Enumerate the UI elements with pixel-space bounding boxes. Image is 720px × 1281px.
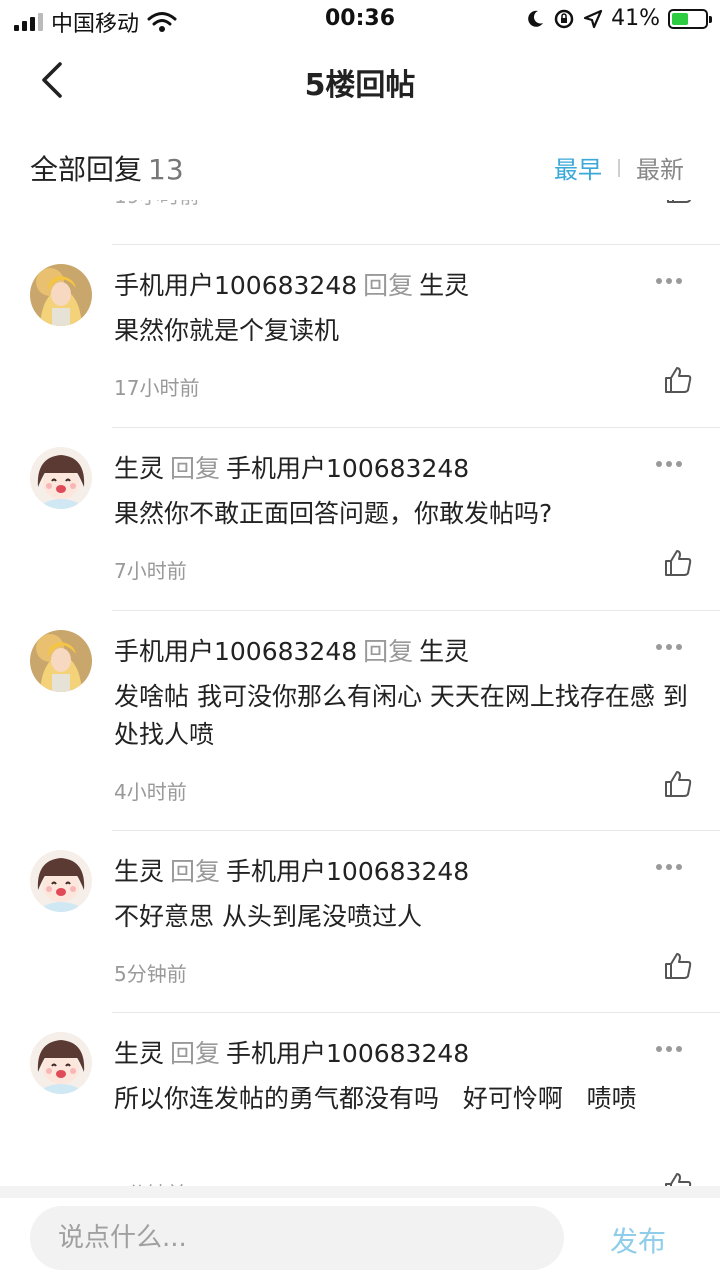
avatar[interactable] bbox=[30, 630, 92, 692]
avatar[interactable] bbox=[30, 850, 92, 912]
reply-target-name[interactable]: 生灵 bbox=[419, 271, 469, 300]
all-replies-label: 全部回复 13 bbox=[30, 153, 184, 186]
rotation-lock-icon bbox=[554, 9, 574, 28]
reply-header: 手机用户100683248 回复 生灵 bbox=[114, 632, 469, 668]
more-options-icon[interactable] bbox=[656, 1046, 686, 1054]
reply-content: 发啥帖 我可没你那么有闲心 天天在网上找存在感 到处找人喷 bbox=[114, 682, 688, 749]
reply-target-name[interactable]: 生灵 bbox=[419, 637, 469, 666]
reply-header: 生灵 回复 手机用户100683248 bbox=[114, 1034, 469, 1070]
more-options-icon[interactable] bbox=[656, 461, 686, 469]
reply-verb: 回复 bbox=[170, 454, 221, 483]
divider bbox=[112, 830, 720, 831]
reply-header: 手机用户100683248 回复 生灵 bbox=[114, 266, 469, 302]
nav-bar: 5楼回帖 bbox=[0, 40, 720, 124]
reply-content: 果然你就是个复读机 bbox=[114, 316, 340, 345]
reply-verb: 回复 bbox=[170, 1039, 221, 1068]
reply-time: 5分钟前 bbox=[114, 962, 187, 986]
reply-target-name[interactable]: 手机用户100683248 bbox=[226, 857, 469, 886]
sort-latest-button[interactable]: 最新 bbox=[636, 150, 684, 185]
publish-button[interactable]: 发布 bbox=[610, 1220, 666, 1260]
like-icon[interactable] bbox=[662, 364, 694, 396]
location-icon bbox=[583, 9, 603, 28]
reply-content: 果然你不敢正面回答问题，你敢发帖吗? bbox=[114, 499, 553, 528]
battery-icon bbox=[668, 8, 712, 29]
like-icon[interactable] bbox=[662, 547, 694, 579]
reply-header: 生灵 回复 手机用户100683248 bbox=[114, 852, 469, 888]
reply-header: 生灵 回复 手机用户100683248 bbox=[114, 449, 469, 485]
more-options-icon[interactable] bbox=[656, 864, 686, 872]
sort-toggle: 最早 最新 bbox=[554, 150, 684, 185]
avatar[interactable] bbox=[30, 447, 92, 509]
divider bbox=[112, 427, 720, 428]
reply-time: 4小时前 bbox=[114, 780, 187, 804]
reply-content: 不好意思 从头到尾没喷过人 bbox=[114, 902, 422, 931]
page-title: 5楼回帖 bbox=[304, 68, 416, 103]
bottom-separator bbox=[0, 1186, 720, 1198]
comment-bar: 说点什么... 发布 bbox=[0, 1198, 720, 1281]
avatar[interactable] bbox=[30, 1032, 92, 1094]
comment-input[interactable]: 说点什么... bbox=[30, 1206, 564, 1270]
divider bbox=[112, 1012, 720, 1013]
reply-time: 7小时前 bbox=[114, 559, 187, 583]
reply-count: 13 bbox=[148, 153, 184, 186]
author-name[interactable]: 手机用户100683248 bbox=[114, 637, 357, 666]
author-name[interactable]: 手机用户100683248 bbox=[114, 271, 357, 300]
moon-icon bbox=[528, 10, 544, 27]
reply-target-name[interactable]: 手机用户100683248 bbox=[226, 1039, 469, 1068]
reply-time: 17小时前 bbox=[114, 376, 200, 400]
like-icon[interactable] bbox=[662, 768, 694, 800]
divider bbox=[112, 610, 720, 611]
status-right: 41% bbox=[525, 6, 712, 31]
battery-percent: 41% bbox=[611, 6, 660, 31]
reply-verb: 回复 bbox=[170, 857, 221, 886]
reply-verb: 回复 bbox=[363, 637, 414, 666]
author-name[interactable]: 生灵 bbox=[114, 857, 164, 886]
sort-divider bbox=[618, 158, 620, 177]
reply-target-name[interactable]: 手机用户100683248 bbox=[226, 454, 469, 483]
like-icon[interactable] bbox=[662, 950, 694, 982]
avatar[interactable] bbox=[30, 264, 92, 326]
author-name[interactable]: 生灵 bbox=[114, 454, 164, 483]
more-options-icon[interactable] bbox=[656, 644, 686, 652]
divider bbox=[112, 244, 720, 245]
sort-earliest-button[interactable]: 最早 bbox=[554, 150, 602, 185]
replies-header: 全部回复 13 最早 最新 bbox=[0, 130, 720, 200]
reply-content: 所以你连发帖的勇气都没有吗 好可怜啊 啧啧 bbox=[114, 1084, 637, 1113]
status-bar: 中国移动 00:36 41% bbox=[0, 0, 720, 40]
reply-verb: 回复 bbox=[363, 271, 414, 300]
author-name[interactable]: 生灵 bbox=[114, 1039, 164, 1068]
more-options-icon[interactable] bbox=[656, 278, 686, 286]
